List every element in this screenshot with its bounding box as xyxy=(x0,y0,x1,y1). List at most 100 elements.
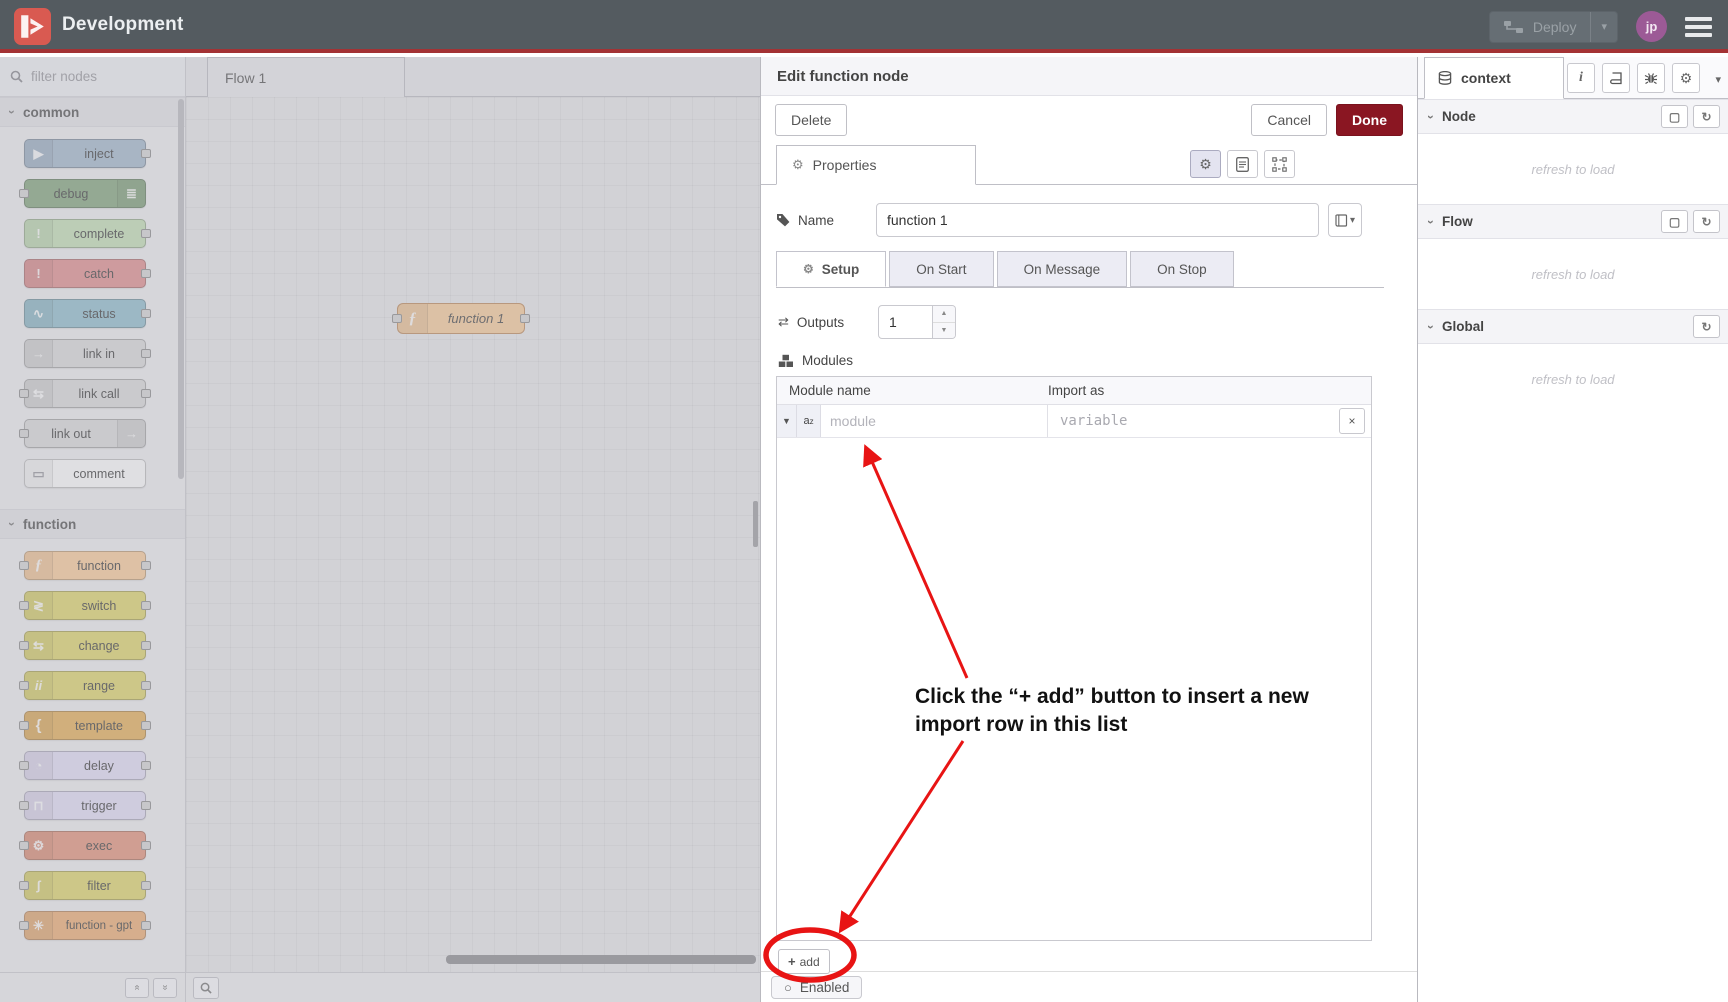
canvas-node-function-1[interactable]: ƒ function 1 xyxy=(397,303,525,334)
done-button[interactable]: Done xyxy=(1336,104,1403,136)
palette-node-status[interactable]: ∿ status xyxy=(24,299,146,328)
node-port xyxy=(141,561,151,570)
deploy-options-caret[interactable]: ▾ xyxy=(1590,12,1617,42)
database-icon xyxy=(1438,71,1452,85)
right-sidebar: context i xyxy=(1417,57,1728,1002)
palette-node-link-call[interactable]: ⇆ link call xyxy=(24,379,146,408)
module-row: ▼ az × xyxy=(777,405,1371,438)
chevron-down-icon: › xyxy=(5,522,19,526)
collapse-all-button[interactable]: « xyxy=(125,978,149,998)
settings-button[interactable]: ⚙ xyxy=(1672,63,1700,93)
palette-node-function-gpt[interactable]: ✳ function - gpt xyxy=(24,911,146,940)
palette-node-template[interactable]: { template xyxy=(24,711,146,740)
palette-node-label: filter xyxy=(53,879,145,893)
node-port xyxy=(19,561,29,570)
node-port xyxy=(141,721,151,730)
palette-node-function[interactable]: ƒ function xyxy=(24,551,146,580)
palette-filter-input[interactable] xyxy=(31,69,161,84)
palette-node-link-out[interactable]: → link out xyxy=(24,419,146,448)
outputs-input[interactable] xyxy=(878,305,933,339)
string-type-icon[interactable]: az xyxy=(797,405,821,437)
tab-flow-1[interactable]: Flow 1 xyxy=(207,57,405,97)
tab-on-stop[interactable]: On Stop xyxy=(1130,251,1234,287)
refresh-icon-button[interactable]: ↻ xyxy=(1693,315,1720,338)
node-output-port[interactable] xyxy=(520,314,530,323)
node-port xyxy=(141,881,151,890)
palette-node-debug[interactable]: ≣ debug xyxy=(24,179,146,208)
delete-button[interactable]: Delete xyxy=(775,104,847,136)
node-context-empty: refresh to load xyxy=(1418,134,1728,204)
palette-node-change[interactable]: ⇆ change xyxy=(24,631,146,660)
flow-canvas[interactable]: ƒ function 1 xyxy=(186,97,760,972)
section-flow-header[interactable]: › Flow ▢ ↻ xyxy=(1418,204,1728,239)
tab-on-start[interactable]: On Start xyxy=(889,251,993,287)
copy-value-button[interactable]: ▢ xyxy=(1661,105,1688,128)
enabled-toggle[interactable]: ○ Enabled xyxy=(771,976,862,999)
deploy-button[interactable]: Deploy ▾ xyxy=(1489,11,1618,43)
node-port xyxy=(141,921,151,930)
palette-node-exec[interactable]: ⚙ exec xyxy=(24,831,146,860)
category-label: function xyxy=(23,517,76,532)
column-module-name: Module name xyxy=(777,383,1048,398)
section-global-header[interactable]: › Global ↻ xyxy=(1418,309,1728,344)
palette-category-common[interactable]: › common xyxy=(0,97,185,127)
edit-properties-button[interactable]: ⚙ xyxy=(1190,150,1221,178)
node-input-port[interactable] xyxy=(392,314,402,323)
palette-node-link-in[interactable]: → link in xyxy=(24,339,146,368)
palette-node-trigger[interactable]: ⊓ trigger xyxy=(24,791,146,820)
on-start-tab-label: On Start xyxy=(916,262,966,277)
canvas-horizontal-scrollbar[interactable] xyxy=(446,955,756,964)
description-button[interactable] xyxy=(1227,150,1258,178)
gear-icon: ⚙ xyxy=(792,157,804,173)
tab-setup[interactable]: ⚙ Setup xyxy=(776,251,886,287)
palette-node-switch[interactable]: ≷ switch xyxy=(24,591,146,620)
stepper-up-button[interactable]: ▲ xyxy=(933,306,955,323)
add-module-button[interactable]: + add xyxy=(778,949,830,974)
tab-on-message[interactable]: On Message xyxy=(997,251,1128,287)
stepper-down-button[interactable]: ▼ xyxy=(933,323,955,339)
info-button[interactable]: i xyxy=(1567,63,1595,93)
search-icon xyxy=(200,982,212,994)
debug-button[interactable] xyxy=(1637,63,1665,93)
main-menu-icon[interactable] xyxy=(1685,17,1712,37)
node-port xyxy=(19,761,29,770)
range-icon: ii xyxy=(25,672,53,699)
module-name-input[interactable] xyxy=(821,405,1048,437)
palette-node-range[interactable]: ii range xyxy=(24,671,146,700)
palette-node-comment[interactable]: ▭ comment xyxy=(24,459,146,488)
palette-node-label: link in xyxy=(53,347,145,361)
node-port xyxy=(141,641,151,650)
palette-scrollbar[interactable] xyxy=(178,99,184,479)
palette-node-complete[interactable]: ! complete xyxy=(24,219,146,248)
import-as-input[interactable] xyxy=(1048,405,1339,437)
refresh-icon-button[interactable]: ↻ xyxy=(1693,210,1720,233)
canvas-vertical-scrollbar[interactable] xyxy=(753,501,758,547)
palette-node-delay[interactable]: ◔ delay xyxy=(24,751,146,780)
tab-context[interactable]: context xyxy=(1424,57,1564,99)
avatar[interactable]: jp xyxy=(1636,11,1667,42)
name-input[interactable] xyxy=(876,203,1319,237)
library-button[interactable]: ▾ xyxy=(1328,203,1362,237)
typed-input-caret[interactable]: ▼ xyxy=(777,405,797,437)
expand-all-button[interactable]: » xyxy=(153,978,177,998)
help-button[interactable] xyxy=(1602,63,1630,93)
section-node-header[interactable]: › Node ▢ ↻ xyxy=(1418,99,1728,134)
sidebar-options-caret[interactable]: ▾ xyxy=(1715,73,1721,86)
node-port xyxy=(141,389,151,398)
refresh-icon-button[interactable]: ↻ xyxy=(1693,105,1720,128)
palette-node-catch[interactable]: ! catch xyxy=(24,259,146,288)
tab-properties[interactable]: ⚙ Properties xyxy=(776,145,976,185)
palette-search[interactable] xyxy=(0,57,185,97)
tag-icon xyxy=(776,213,790,227)
copy-value-button[interactable]: ▢ xyxy=(1661,210,1688,233)
palette-node-label: comment xyxy=(53,467,145,481)
palette-node-inject[interactable]: ▶ inject xyxy=(24,139,146,168)
search-flows-button[interactable] xyxy=(193,977,219,999)
tray-footer: ○ Enabled xyxy=(761,971,1417,1002)
appearance-button[interactable] xyxy=(1264,150,1295,178)
palette-category-function[interactable]: › function xyxy=(0,509,185,539)
cancel-button[interactable]: Cancel xyxy=(1251,104,1327,136)
remove-row-button[interactable]: × xyxy=(1339,408,1365,434)
palette-node-filter[interactable]: ʃ filter xyxy=(24,871,146,900)
bug-icon xyxy=(1644,71,1658,85)
